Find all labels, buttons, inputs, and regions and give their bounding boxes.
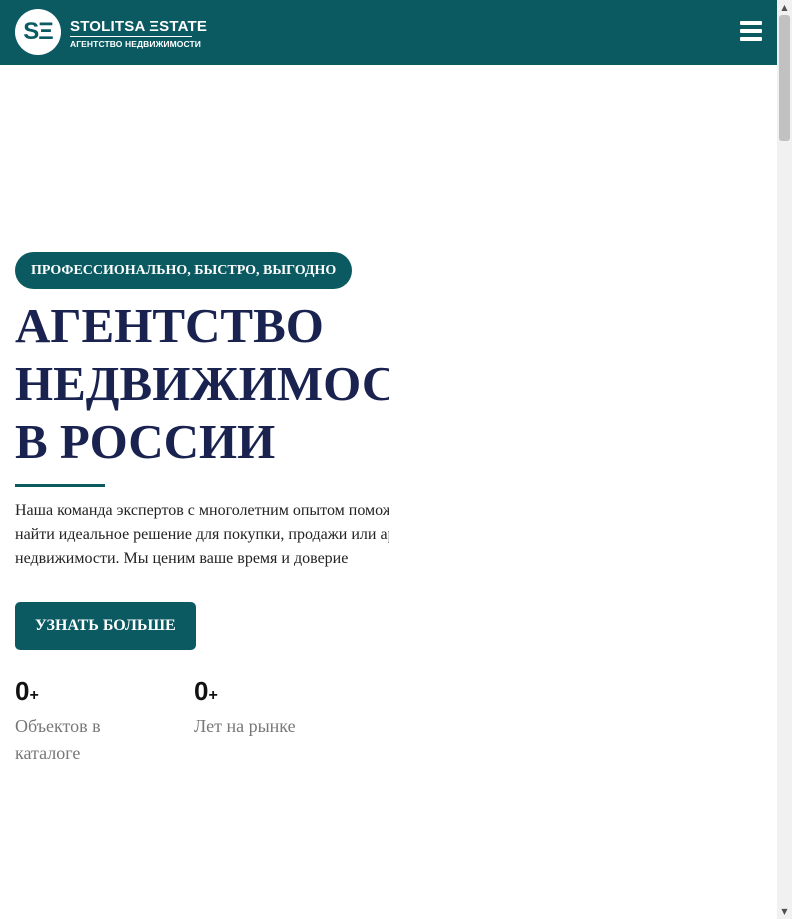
- hero-description: Наша команда экспертов с многолетним опы…: [15, 499, 389, 571]
- hero-section: ПРОФЕССИОНАЛЬНО, БЫСТРО, ВЫГОДНО АГЕНТСТ…: [15, 252, 389, 571]
- stat-years: 0+ Лет на рынке: [194, 676, 296, 740]
- hero-description-line: найти идеальное решение для покупки, про…: [15, 526, 389, 543]
- hero-badge: ПРОФЕССИОНАЛЬНО, БЫСТРО, ВЫГОДНО: [15, 252, 353, 289]
- hero-description-line: недвижимости. Мы ценим ваше время и дове…: [15, 550, 349, 567]
- stat-value: 0+: [15, 676, 39, 706]
- scroll-down-arrow-icon[interactable]: ▼: [777, 904, 792, 919]
- scroll-up-arrow-icon[interactable]: ▲: [777, 0, 792, 15]
- hero-description-line: Наша команда экспертов с многолетним опы…: [15, 502, 389, 519]
- stat-value: 0+: [194, 676, 218, 706]
- hamburger-icon[interactable]: [740, 21, 762, 41]
- hero-title: АГЕНТСТВО НЕДВИЖИМОСТИ В РОССИИ: [15, 297, 389, 471]
- site-header: SΞ STOLITSA ΞSTATE АГЕНТСТВО НЕДВИЖИМОСТ…: [0, 0, 777, 65]
- stat-objects: 0+ Объектов в каталоге: [15, 676, 101, 767]
- hero-title-line: АГЕНТСТВО: [15, 298, 324, 353]
- hamburger-bar: [740, 37, 762, 41]
- logo-wordmark[interactable]: STOLITSA ΞSTATE АГЕНТСТВО НЕДВИЖИМОСТИ: [70, 19, 207, 49]
- title-divider: [15, 484, 105, 487]
- learn-more-button[interactable]: УЗНАТЬ БОЛЬШЕ: [15, 602, 196, 650]
- page-scrollbar[interactable]: ▲ ▼: [777, 0, 792, 919]
- stat-label: Лет на рынке: [194, 716, 296, 736]
- logo-subtitle: АГЕНТСТВО НЕДВИЖИМОСТИ: [70, 39, 201, 49]
- scroll-thumb[interactable]: [779, 15, 790, 141]
- logo-underline: [70, 36, 192, 37]
- stat-label: Объектов в каталоге: [15, 716, 101, 763]
- hero-title-line: В РОССИИ: [15, 414, 276, 469]
- logo-name: STOLITSA ΞSTATE: [70, 18, 208, 35]
- hamburger-bar: [740, 21, 762, 25]
- hamburger-bar: [740, 29, 762, 33]
- logo-mark[interactable]: SΞ: [15, 9, 61, 55]
- hero-title-line: НЕДВИЖИМОСТИ: [15, 356, 389, 411]
